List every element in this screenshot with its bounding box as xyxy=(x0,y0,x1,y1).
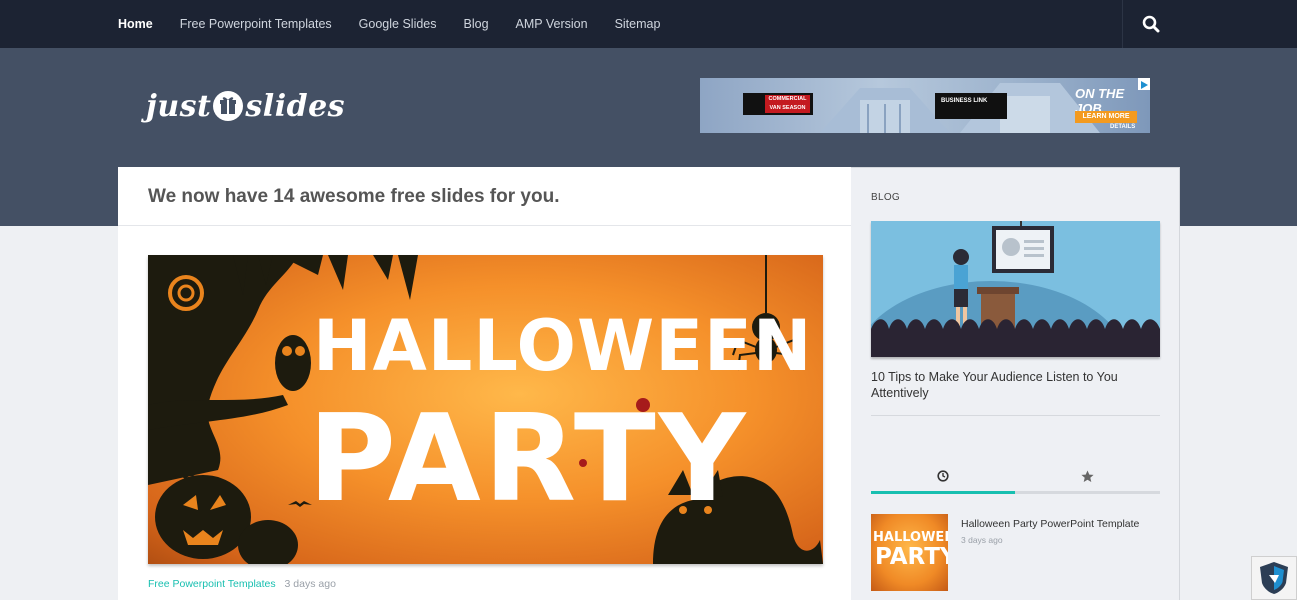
presentation-illustration xyxy=(871,221,1160,357)
nav-menu: Home Free Powerpoint Templates Google Sl… xyxy=(118,0,687,48)
tab-recent[interactable] xyxy=(871,461,1015,491)
divider xyxy=(871,415,1160,416)
recent-post-date: 3 days ago xyxy=(961,535,1003,545)
logo-text-left: just xyxy=(146,88,212,124)
ad-choices-icon[interactable] xyxy=(1138,78,1150,90)
page-headline: We now have 14 awesome free slides for y… xyxy=(148,186,560,207)
gift-icon xyxy=(213,91,244,121)
site-logo[interactable]: just slides xyxy=(146,86,345,126)
post-category-link[interactable]: Free Powerpoint Templates xyxy=(148,578,276,590)
hero-title-line2: PARTY xyxy=(308,390,749,529)
tab-active-indicator xyxy=(871,491,1015,494)
post-meta: Free Powerpoint Templates 3 days ago xyxy=(148,578,336,590)
advertisement-banner[interactable]: COMMERCIAL VAN SEASON BUSINESS LINK ON T… xyxy=(700,78,1150,133)
clock-icon xyxy=(937,470,949,482)
ad-ram-logo: COMMERCIAL VAN SEASON xyxy=(743,93,813,115)
search-button[interactable] xyxy=(1122,0,1178,48)
search-icon xyxy=(1142,15,1159,33)
security-widget-button[interactable] xyxy=(1251,556,1297,600)
top-navigation: Home Free Powerpoint Templates Google Sl… xyxy=(0,0,1297,48)
shield-icon xyxy=(1260,562,1288,594)
featured-blog-image[interactable] xyxy=(871,221,1160,357)
featured-blog-title[interactable]: 10 Tips to Make Your Audience Listen to … xyxy=(871,369,1141,401)
main-content: We now have 14 awesome free slides for y… xyxy=(118,167,851,600)
nav-item-blog[interactable]: Blog xyxy=(464,17,489,31)
logo-text-right: slides xyxy=(245,88,346,124)
sidebar: BLOG 10 Tips to Make Your Audience Liste… xyxy=(851,167,1180,600)
star-icon xyxy=(1080,470,1094,482)
tab-popular[interactable] xyxy=(1015,461,1159,491)
ad-learn-more-button[interactable]: LEARN MORE xyxy=(1075,111,1137,123)
nav-item-sitemap[interactable]: Sitemap xyxy=(615,17,661,31)
recent-post-title[interactable]: Halloween Party PowerPoint Template xyxy=(961,518,1139,530)
divider xyxy=(118,225,851,226)
nav-item-amp-version[interactable]: AMP Version xyxy=(516,17,588,31)
nav-item-free-powerpoint-templates[interactable]: Free Powerpoint Templates xyxy=(180,17,332,31)
recent-post-thumbnail[interactable]: HALLOWEEN PARTY xyxy=(871,514,948,591)
post-date: 3 days ago xyxy=(284,578,336,590)
sidebar-section-title: BLOG xyxy=(871,192,900,203)
nav-item-google-slides[interactable]: Google Slides xyxy=(359,17,437,31)
nav-item-home[interactable]: Home xyxy=(118,17,153,31)
hero-title-line1: HALLOWEEN xyxy=(313,305,813,387)
ad-business-link: BUSINESS LINK xyxy=(935,93,1007,119)
ad-details-link[interactable]: DETAILS xyxy=(1110,124,1135,130)
featured-post-image[interactable]: HALLOWEEN PARTY xyxy=(148,255,823,564)
